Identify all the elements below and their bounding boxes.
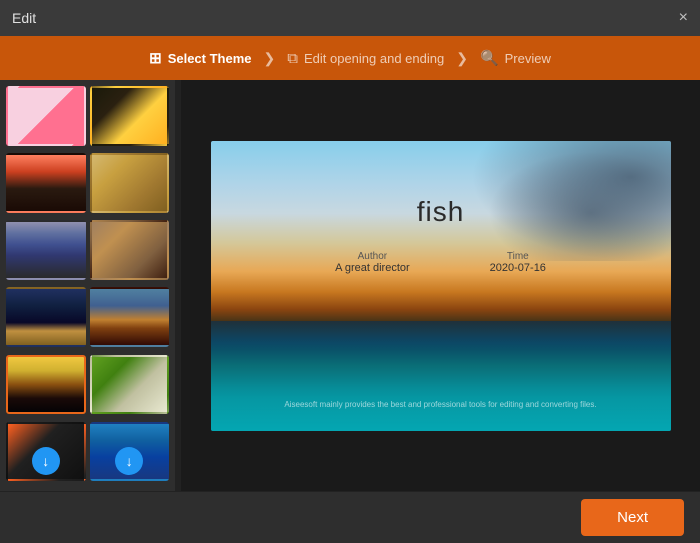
time-value: 2020-07-16 [490, 262, 546, 274]
time-label: Time [490, 251, 546, 262]
preview-title: fish [211, 196, 671, 228]
step-preview-label: Preview [505, 51, 551, 66]
thumbnail-2[interactable] [90, 86, 170, 146]
step-bar: ⊞ Select Theme ❯ ⧉ Edit opening and endi… [0, 36, 700, 80]
preview-card: fish Author A great director Time 2020-0… [211, 141, 671, 431]
thumbnail-8[interactable] [90, 287, 170, 347]
dialog-title: Edit [12, 10, 36, 26]
main-content: ↓↓ fish Author A great director Time 202… [0, 80, 700, 491]
author-label: Author [335, 251, 410, 262]
edit-opening-icon: ⧉ [287, 50, 298, 67]
thumbnail-4[interactable] [90, 153, 170, 213]
thumbnail-10[interactable] [90, 355, 170, 415]
step-preview[interactable]: 🔍 Preview [480, 49, 551, 67]
step-separator-1: ❯ [264, 50, 276, 67]
preview-panel: fish Author A great director Time 2020-0… [181, 80, 700, 491]
thumbnail-12[interactable]: ↓ [90, 422, 170, 482]
thumbnail-6[interactable] [90, 220, 170, 280]
step-edit-opening-label: Edit opening and ending [304, 51, 444, 66]
thumbnail-11[interactable]: ↓ [6, 422, 86, 482]
step-select-theme-label: Select Theme [168, 51, 252, 66]
time-block: Time 2020-07-16 [490, 251, 546, 274]
preview-footer: Aiseesoft mainly provides the best and p… [211, 400, 671, 409]
thumbnail-5[interactable] [6, 220, 86, 280]
download-icon-12: ↓ [115, 447, 143, 475]
thumbnail-7[interactable] [6, 287, 86, 347]
thumbnail-panel: ↓↓ [0, 80, 175, 491]
next-button[interactable]: Next [581, 499, 684, 536]
author-value: A great director [335, 262, 410, 274]
author-block: Author A great director [335, 251, 410, 274]
download-icon-11: ↓ [32, 447, 60, 475]
step-separator-2: ❯ [456, 50, 468, 67]
thumbnail-3[interactable] [6, 153, 86, 213]
title-bar: Edit × [0, 0, 700, 36]
step-edit-opening[interactable]: ⧉ Edit opening and ending [287, 50, 444, 67]
thumbnail-9[interactable] [6, 355, 86, 415]
preview-water [211, 321, 671, 431]
step-select-theme[interactable]: ⊞ Select Theme [149, 49, 251, 67]
close-button[interactable]: × [679, 10, 688, 26]
preview-meta: Author A great director Time 2020-07-16 [211, 251, 671, 274]
bottom-bar: Next [0, 491, 700, 543]
preview-icon: 🔍 [480, 49, 499, 67]
select-theme-icon: ⊞ [149, 49, 162, 67]
thumbnail-1[interactable] [6, 86, 86, 146]
